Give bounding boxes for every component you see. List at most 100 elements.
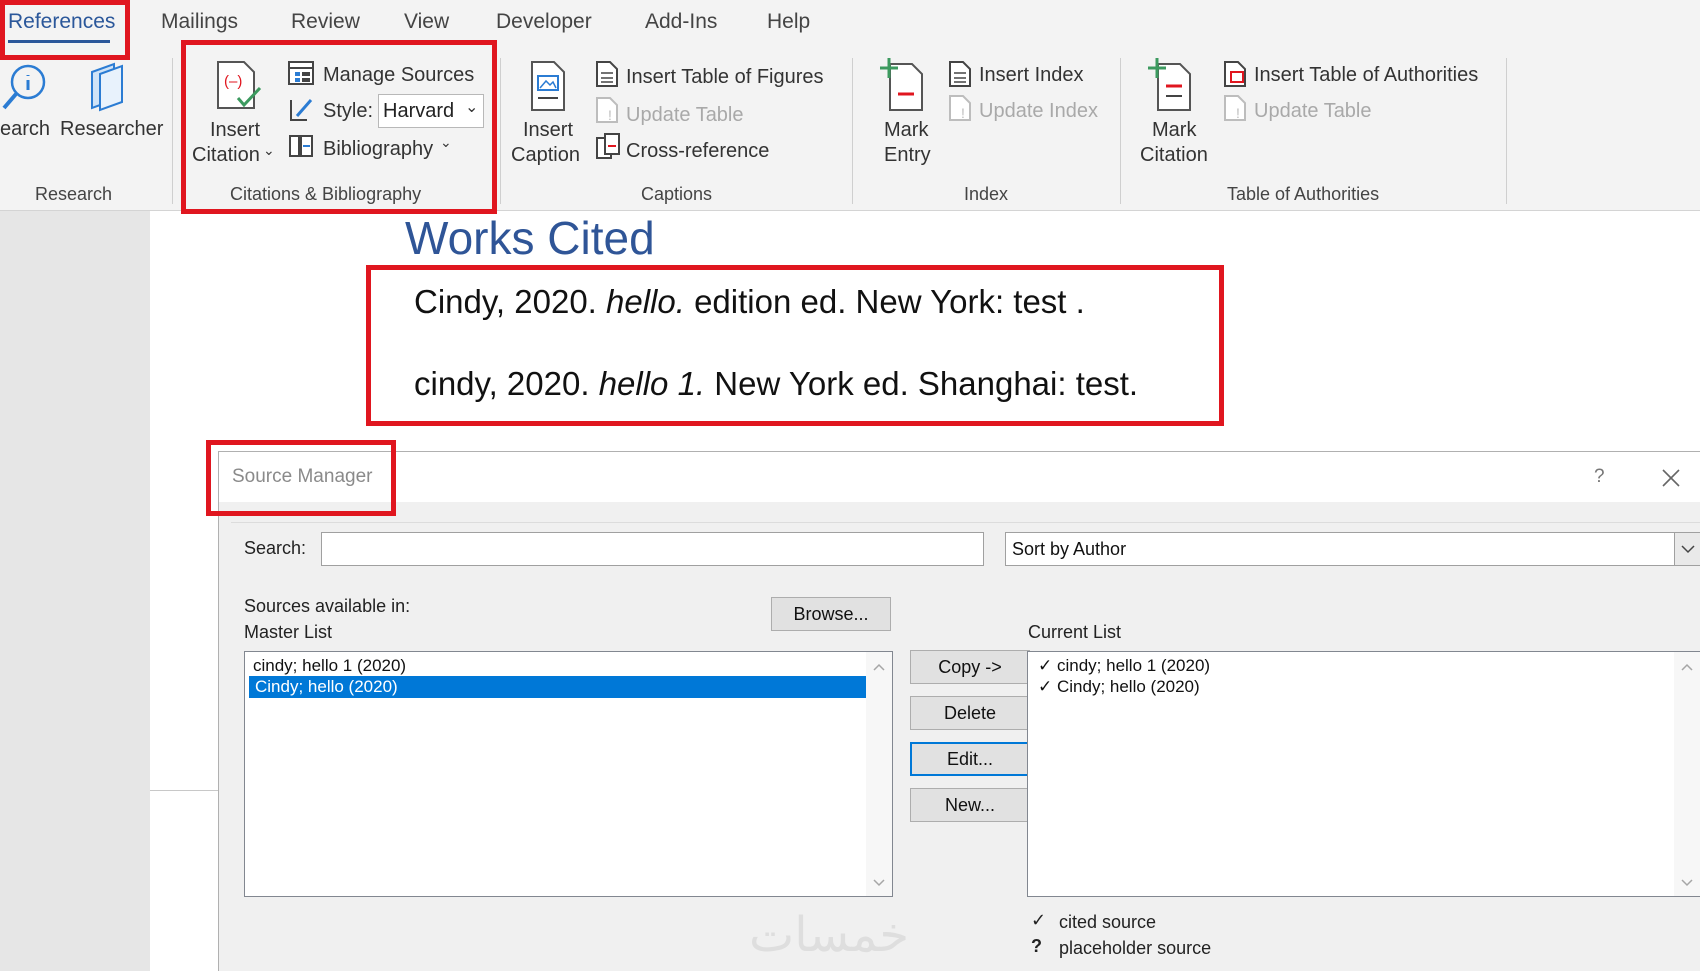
insert-table-of-figures-button[interactable]: Insert Table of Figures xyxy=(626,66,824,89)
master-list[interactable]: cindy; hello 1 (2020) Cindy; hello (2020… xyxy=(244,651,893,897)
tab-help[interactable]: Help xyxy=(767,10,810,34)
chevron-down-icon[interactable]: ⌄ xyxy=(263,142,275,159)
search-label: Search: xyxy=(244,538,307,558)
tab-developer[interactable]: Developer xyxy=(496,10,592,34)
page-edge-line xyxy=(150,790,218,791)
table-of-figures-icon[interactable] xyxy=(594,60,620,88)
current-list-label: Current List xyxy=(1028,622,1122,642)
search-icon[interactable] xyxy=(0,60,48,112)
browse-button[interactable]: Browse... xyxy=(771,597,891,631)
cross-reference-button[interactable]: Cross-reference xyxy=(626,140,769,163)
tab-add-ins[interactable]: Add-Ins xyxy=(645,10,717,34)
svg-text:!: ! xyxy=(608,107,612,123)
placeholder-source-icon: ? xyxy=(1031,936,1042,956)
researcher-button[interactable]: Researcher xyxy=(60,118,163,141)
source-manager-dialog: Source Manager ? Search: Sort by Author … xyxy=(218,451,1700,971)
search-input[interactable] xyxy=(321,532,984,566)
group-separator xyxy=(852,58,853,204)
search-button[interactable]: earch xyxy=(0,118,50,141)
tab-mailings[interactable]: Mailings xyxy=(161,10,238,34)
svg-text:!: ! xyxy=(1236,105,1240,121)
bibliography-button[interactable]: Bibliography xyxy=(323,138,433,161)
style-icon xyxy=(290,99,313,121)
chevron-down-icon: ⌄ xyxy=(465,99,479,116)
update-table-button: Update Table xyxy=(626,104,744,126)
group-index-label: Index xyxy=(964,184,1009,204)
sort-dropdown[interactable]: Sort by Author xyxy=(1005,532,1700,566)
group-citations-label: Citations & Bibliography xyxy=(230,184,422,204)
list-item-selected[interactable]: Cindy; hello (2020) xyxy=(249,676,868,698)
insert-caption-icon[interactable] xyxy=(528,60,570,114)
svg-text:(–): (–) xyxy=(224,73,242,90)
insert-caption-label[interactable]: Insert xyxy=(523,119,573,142)
manage-sources-button[interactable]: Manage Sources xyxy=(323,64,474,87)
close-icon[interactable] xyxy=(1661,468,1681,488)
update-table-authorities-button: Update Table xyxy=(1254,100,1372,122)
tab-view[interactable]: View xyxy=(404,10,449,34)
list-item[interactable]: ✓ Cindy; hello (2020) xyxy=(1038,676,1200,698)
insert-citation-label-2[interactable]: Citation xyxy=(192,144,260,167)
copy-button[interactable]: Copy -> xyxy=(910,650,1030,684)
cited-source-legend: cited source xyxy=(1059,912,1157,932)
list-item[interactable]: ✓ cindy; hello 1 (2020) xyxy=(1038,655,1210,677)
active-tab-underline xyxy=(8,40,110,43)
insert-citation-icon[interactable]: (–) xyxy=(210,58,264,114)
dialog-title-bar[interactable]: Source Manager ? xyxy=(219,452,1700,502)
scroll-up-icon[interactable] xyxy=(1680,662,1694,672)
chevron-down-icon[interactable]: ⌄ xyxy=(440,134,452,151)
group-separator xyxy=(500,58,501,204)
group-research-label: Research xyxy=(35,184,113,204)
mark-entry-label[interactable]: Mark xyxy=(884,119,928,142)
ribbon-tab-bar: References Mailings Review View Develope… xyxy=(0,0,1700,52)
mark-entry-label-2[interactable]: Entry xyxy=(884,144,931,167)
mark-citation-label-2[interactable]: Citation xyxy=(1140,144,1208,167)
scroll-down-icon[interactable] xyxy=(1680,878,1694,888)
works-cited-heading: Works Cited xyxy=(405,212,655,264)
insert-citation-label[interactable]: Insert xyxy=(210,119,260,142)
help-icon[interactable]: ? xyxy=(1594,466,1605,488)
mark-entry-icon[interactable] xyxy=(878,56,928,114)
update-index-button: Update Index xyxy=(979,100,1098,122)
update-index-icon: ! xyxy=(949,95,971,121)
entry-1-prefix: Cindy, 2020. xyxy=(414,283,607,320)
group-authorities-label: Table of Authorities xyxy=(1227,184,1380,204)
scroll-down-icon[interactable] xyxy=(872,878,886,888)
mark-citation-icon[interactable] xyxy=(1146,56,1196,114)
mark-citation-label[interactable]: Mark xyxy=(1152,119,1196,142)
list-item[interactable]: cindy; hello 1 (2020) xyxy=(253,655,406,677)
sources-available-label: Sources available in: xyxy=(244,596,411,616)
scrollbar[interactable] xyxy=(1674,652,1700,896)
insert-caption-label-2[interactable]: Caption xyxy=(511,144,580,167)
new-button[interactable]: New... xyxy=(910,788,1030,822)
placeholder-source-legend: placeholder source xyxy=(1059,938,1212,958)
current-list[interactable]: ✓ cindy; hello 1 (2020) ✓ Cindy; hello (… xyxy=(1027,651,1700,897)
insert-table-of-authorities-button[interactable]: Insert Table of Authorities xyxy=(1254,64,1478,87)
checkmark-icon: ✓ xyxy=(1038,656,1053,675)
scroll-up-icon[interactable] xyxy=(872,662,886,672)
insert-index-icon[interactable] xyxy=(947,60,973,88)
sort-value: Sort by Author xyxy=(1012,539,1127,559)
sort-dropdown-button[interactable] xyxy=(1674,533,1700,565)
entry-2-suffix: New York ed. Shanghai: test. xyxy=(705,365,1139,402)
delete-button[interactable]: Delete xyxy=(910,696,1030,730)
tab-review[interactable]: Review xyxy=(291,10,360,34)
group-separator xyxy=(1506,58,1507,204)
bibliography-icon[interactable] xyxy=(287,132,315,160)
researcher-icon[interactable] xyxy=(86,60,132,112)
citation-entry-2: cindy, 2020. hello 1. New York ed. Shang… xyxy=(414,365,1138,403)
table-of-authorities-icon[interactable] xyxy=(1222,60,1248,88)
style-dropdown[interactable]: Harvard ⌄ xyxy=(378,94,484,128)
manage-sources-icon[interactable] xyxy=(287,60,315,86)
entry-1-suffix: edition ed. New York: test . xyxy=(684,283,1085,320)
citation-entry-1: Cindy, 2020. hello. edition ed. New York… xyxy=(414,283,1085,321)
master-list-label: Master List xyxy=(244,622,333,642)
cross-reference-icon[interactable] xyxy=(594,132,622,160)
list-item-label: Cindy; hello (2020) xyxy=(1056,677,1200,696)
style-label: Style: xyxy=(323,100,374,122)
tab-references[interactable]: References xyxy=(8,10,115,34)
style-value: Harvard xyxy=(383,100,455,122)
insert-index-button[interactable]: Insert Index xyxy=(979,64,1084,87)
edit-button[interactable]: Edit... xyxy=(910,742,1030,776)
svg-text:!: ! xyxy=(961,105,965,121)
scrollbar[interactable] xyxy=(866,652,892,896)
